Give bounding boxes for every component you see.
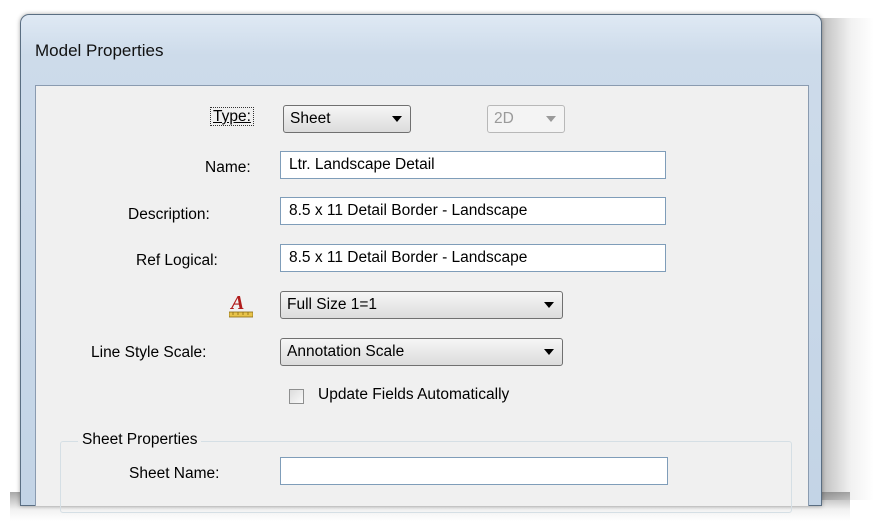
type-dropdown[interactable]: Sheet bbox=[283, 105, 411, 133]
type-label: Type: bbox=[210, 107, 254, 126]
line-style-scale-value: Annotation Scale bbox=[287, 343, 405, 360]
chevron-down-icon bbox=[544, 349, 554, 355]
annotation-scale-icon: A bbox=[228, 291, 254, 319]
name-input[interactable]: Ltr. Landscape Detail bbox=[280, 151, 666, 179]
type-dropdown-value: Sheet bbox=[290, 110, 331, 127]
description-input[interactable]: 8.5 x 11 Detail Border - Landscape bbox=[280, 197, 666, 225]
window-shadow-right bbox=[816, 18, 874, 500]
dimension-dropdown-value: 2D bbox=[494, 110, 514, 127]
svg-text:A: A bbox=[229, 292, 244, 314]
chevron-down-icon bbox=[392, 116, 402, 122]
sheet-name-label: Sheet Name: bbox=[129, 465, 220, 482]
line-style-scale-dropdown[interactable]: Annotation Scale bbox=[280, 338, 563, 366]
update-fields-label: Update Fields Automatically bbox=[318, 386, 510, 403]
annotation-scale-dropdown[interactable]: Full Size 1=1 bbox=[280, 291, 563, 319]
ref-logical-input[interactable]: 8.5 x 11 Detail Border - Landscape bbox=[280, 244, 666, 272]
type-label-text: Type: bbox=[213, 108, 251, 125]
chevron-down-icon bbox=[546, 116, 556, 122]
line-style-scale-label: Line Style Scale: bbox=[91, 344, 207, 361]
annotation-scale-value: Full Size 1=1 bbox=[287, 296, 378, 313]
description-label: Description: bbox=[128, 206, 210, 223]
update-fields-checkbox[interactable] bbox=[289, 389, 304, 404]
chevron-down-icon bbox=[544, 302, 554, 308]
ref-logical-label: Ref Logical: bbox=[136, 252, 218, 269]
dimension-dropdown: 2D bbox=[487, 105, 565, 133]
sheet-properties-title: Sheet Properties bbox=[78, 431, 202, 449]
dialog-title: Model Properties bbox=[35, 41, 164, 60]
sheet-name-input[interactable] bbox=[280, 457, 668, 485]
name-label: Name: bbox=[205, 159, 251, 176]
